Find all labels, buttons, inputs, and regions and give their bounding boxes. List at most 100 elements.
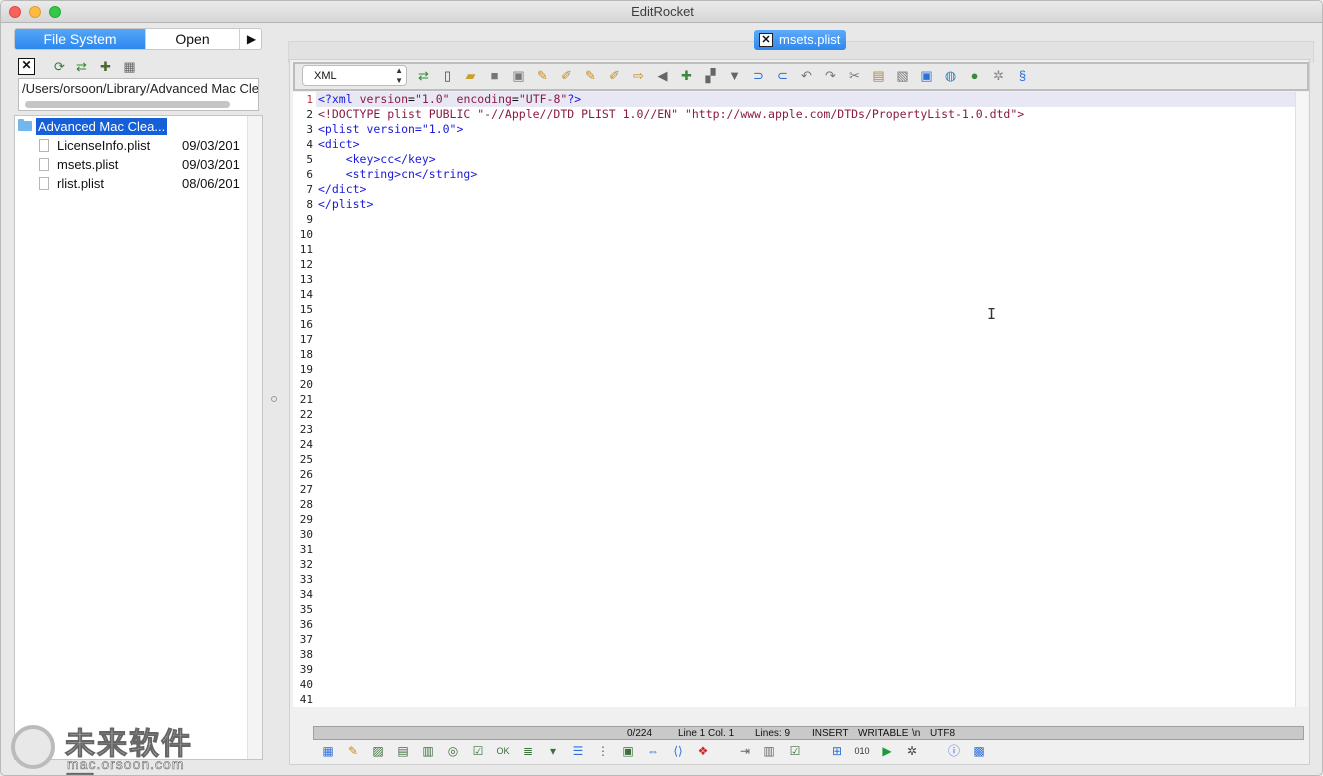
code-line: <plist version="1.0">	[318, 122, 464, 136]
tree-file-item[interactable]: LicenseInfo.plist 09/03/201	[38, 137, 248, 156]
copy-icon[interactable]: ▧	[894, 67, 911, 84]
line-number: 12	[299, 258, 313, 271]
zoom-window-button[interactable]	[49, 6, 61, 18]
shapes-icon[interactable]: ❖	[695, 743, 711, 759]
code-editor[interactable]: <?xml version="1.0" encoding="UTF-8"?> <…	[316, 92, 1295, 707]
panel-icon[interactable]: ▤	[395, 743, 411, 759]
updown-arrows-icon: ▲ ▼	[395, 66, 403, 85]
ok-icon[interactable]: OK	[495, 743, 511, 759]
tree-root-folder[interactable]: Advanced Mac Clea...	[15, 117, 247, 136]
tab-open[interactable]: Open	[145, 29, 239, 49]
watermark-emblem-icon	[11, 725, 55, 769]
cut-icon[interactable]: ✂	[846, 67, 863, 84]
unfold-icon[interactable]: ⊂	[774, 67, 791, 84]
path-field[interactable]: /Users/orsoon/Library/Advanced Mac Cle	[18, 78, 259, 111]
path-horizontal-scrollbar[interactable]	[25, 101, 230, 108]
status-bar: 0/224 Line 1 Col. 1 Lines: 9 INSERT WRIT…	[313, 726, 1304, 740]
new-file-icon[interactable]: ▯	[439, 67, 456, 84]
globe-icon[interactable]: ◍	[942, 67, 959, 84]
line-number: 40	[299, 678, 313, 691]
document-tab-msets[interactable]: ✕ msets.plist	[754, 30, 846, 50]
wand-3-icon[interactable]: ✎	[582, 67, 599, 84]
play-icon[interactable]: ▶	[879, 743, 895, 759]
tree-file-item[interactable]: msets.plist 09/03/201	[38, 156, 248, 175]
code-line: </dict>	[318, 182, 367, 196]
tree-file-item[interactable]: rlist.plist 08/06/201	[38, 175, 248, 194]
undo-icon[interactable]: ↶	[798, 67, 815, 84]
insert-icon[interactable]: ✚	[678, 67, 695, 84]
hierarchy-icon[interactable]: ⊞	[829, 743, 845, 759]
editor-vertical-scrollbar[interactable]	[1295, 92, 1308, 707]
line-number: 19	[299, 363, 313, 376]
line-number: 3	[306, 123, 313, 136]
text-cursor-icon: I	[987, 305, 997, 323]
bug-icon[interactable]: ✲	[904, 743, 920, 759]
chart-icon[interactable]: ▨	[370, 743, 386, 759]
convert-icon[interactable]: ⇄	[415, 67, 432, 84]
text-icon[interactable]: ≣	[520, 743, 536, 759]
line-number: 13	[299, 273, 313, 286]
paste-icon[interactable]: ▤	[870, 67, 887, 84]
split-pane-handle[interactable]	[271, 396, 277, 402]
file-date: 09/03/201	[182, 138, 240, 153]
split-icon[interactable]: ⇔	[645, 743, 661, 759]
bookmark-icon[interactable]: ▼	[726, 67, 743, 84]
list-icon[interactable]: ☰	[570, 743, 586, 759]
browser-mode-segmented-control: File System Open ▶	[14, 28, 262, 50]
fold-icon[interactable]: ⊃	[750, 67, 767, 84]
language-select[interactable]: XML ▲ ▼	[302, 65, 407, 86]
puzzle-icon[interactable]: ▞	[702, 67, 719, 84]
file-tree: Advanced Mac Clea... LicenseInfo.plist 0…	[14, 115, 263, 760]
redo-icon[interactable]: ↷	[822, 67, 839, 84]
binary-icon[interactable]: 010	[854, 743, 870, 759]
line-number: 21	[299, 393, 313, 406]
plugin-icon[interactable]: ✲	[990, 67, 1007, 84]
line-number: 18	[299, 348, 313, 361]
sync-icon[interactable]: ⇄	[73, 58, 90, 75]
window-icon[interactable]: ▣	[918, 67, 935, 84]
tree-icon[interactable]: ⋮	[595, 743, 611, 759]
chart-2-icon[interactable]: ▥	[761, 743, 777, 759]
export-icon[interactable]: ⇥	[737, 743, 753, 759]
segment-more-button[interactable]: ▶	[239, 29, 261, 49]
code-icon[interactable]: ⟨⟩	[670, 743, 686, 759]
wand-2-icon[interactable]: ✐	[558, 67, 575, 84]
close-tab-icon[interactable]: ✕	[759, 33, 773, 47]
checkbox-icon[interactable]: ☑	[470, 743, 486, 759]
file-icon	[39, 177, 49, 190]
frame-icon[interactable]: ▣	[620, 743, 636, 759]
line-number: 31	[299, 543, 313, 556]
dropdown-icon[interactable]: ▾	[545, 743, 561, 759]
close-file-icon[interactable]: ✕	[18, 58, 35, 75]
save-as-icon[interactable]: ▣	[510, 67, 527, 84]
close-window-button[interactable]	[9, 6, 21, 18]
back-icon[interactable]: ◀	[654, 67, 671, 84]
line-number: 6	[306, 168, 313, 181]
pencil-icon[interactable]: ✎	[345, 743, 361, 759]
minimize-window-button[interactable]	[29, 6, 41, 18]
wand-4-icon[interactable]: ✐	[606, 67, 623, 84]
save-icon[interactable]: ■	[486, 67, 503, 84]
line-number: 24	[299, 438, 313, 451]
columns-icon[interactable]: ▥	[420, 743, 436, 759]
checklist-icon[interactable]: ☑	[787, 743, 803, 759]
wand-icon[interactable]: ✎	[534, 67, 551, 84]
target-icon[interactable]: ◎	[445, 743, 461, 759]
file-icon	[39, 158, 49, 171]
tree-vertical-scrollbar[interactable]	[247, 116, 262, 759]
add-folder-icon[interactable]: ✚	[97, 58, 114, 75]
tab-file-system[interactable]: File System	[15, 29, 145, 49]
network-icon[interactable]: ▦	[121, 58, 138, 75]
file-date: 09/03/201	[182, 157, 240, 172]
network-2-icon[interactable]: ▩	[971, 743, 987, 759]
info-icon[interactable]: ⓘ	[946, 743, 962, 759]
line-number: 16	[299, 318, 313, 331]
forward-arrow-icon[interactable]: ⇨	[630, 67, 647, 84]
table-icon[interactable]: ▦	[320, 743, 336, 759]
open-folder-icon[interactable]: ▰	[462, 67, 479, 84]
script-icon[interactable]: §	[1014, 67, 1031, 84]
file-name: rlist.plist	[57, 176, 104, 191]
run-icon[interactable]: ●	[966, 67, 983, 84]
status-writable: WRITABLE	[858, 728, 909, 739]
refresh-folder-icon[interactable]: ⟳	[51, 58, 68, 75]
